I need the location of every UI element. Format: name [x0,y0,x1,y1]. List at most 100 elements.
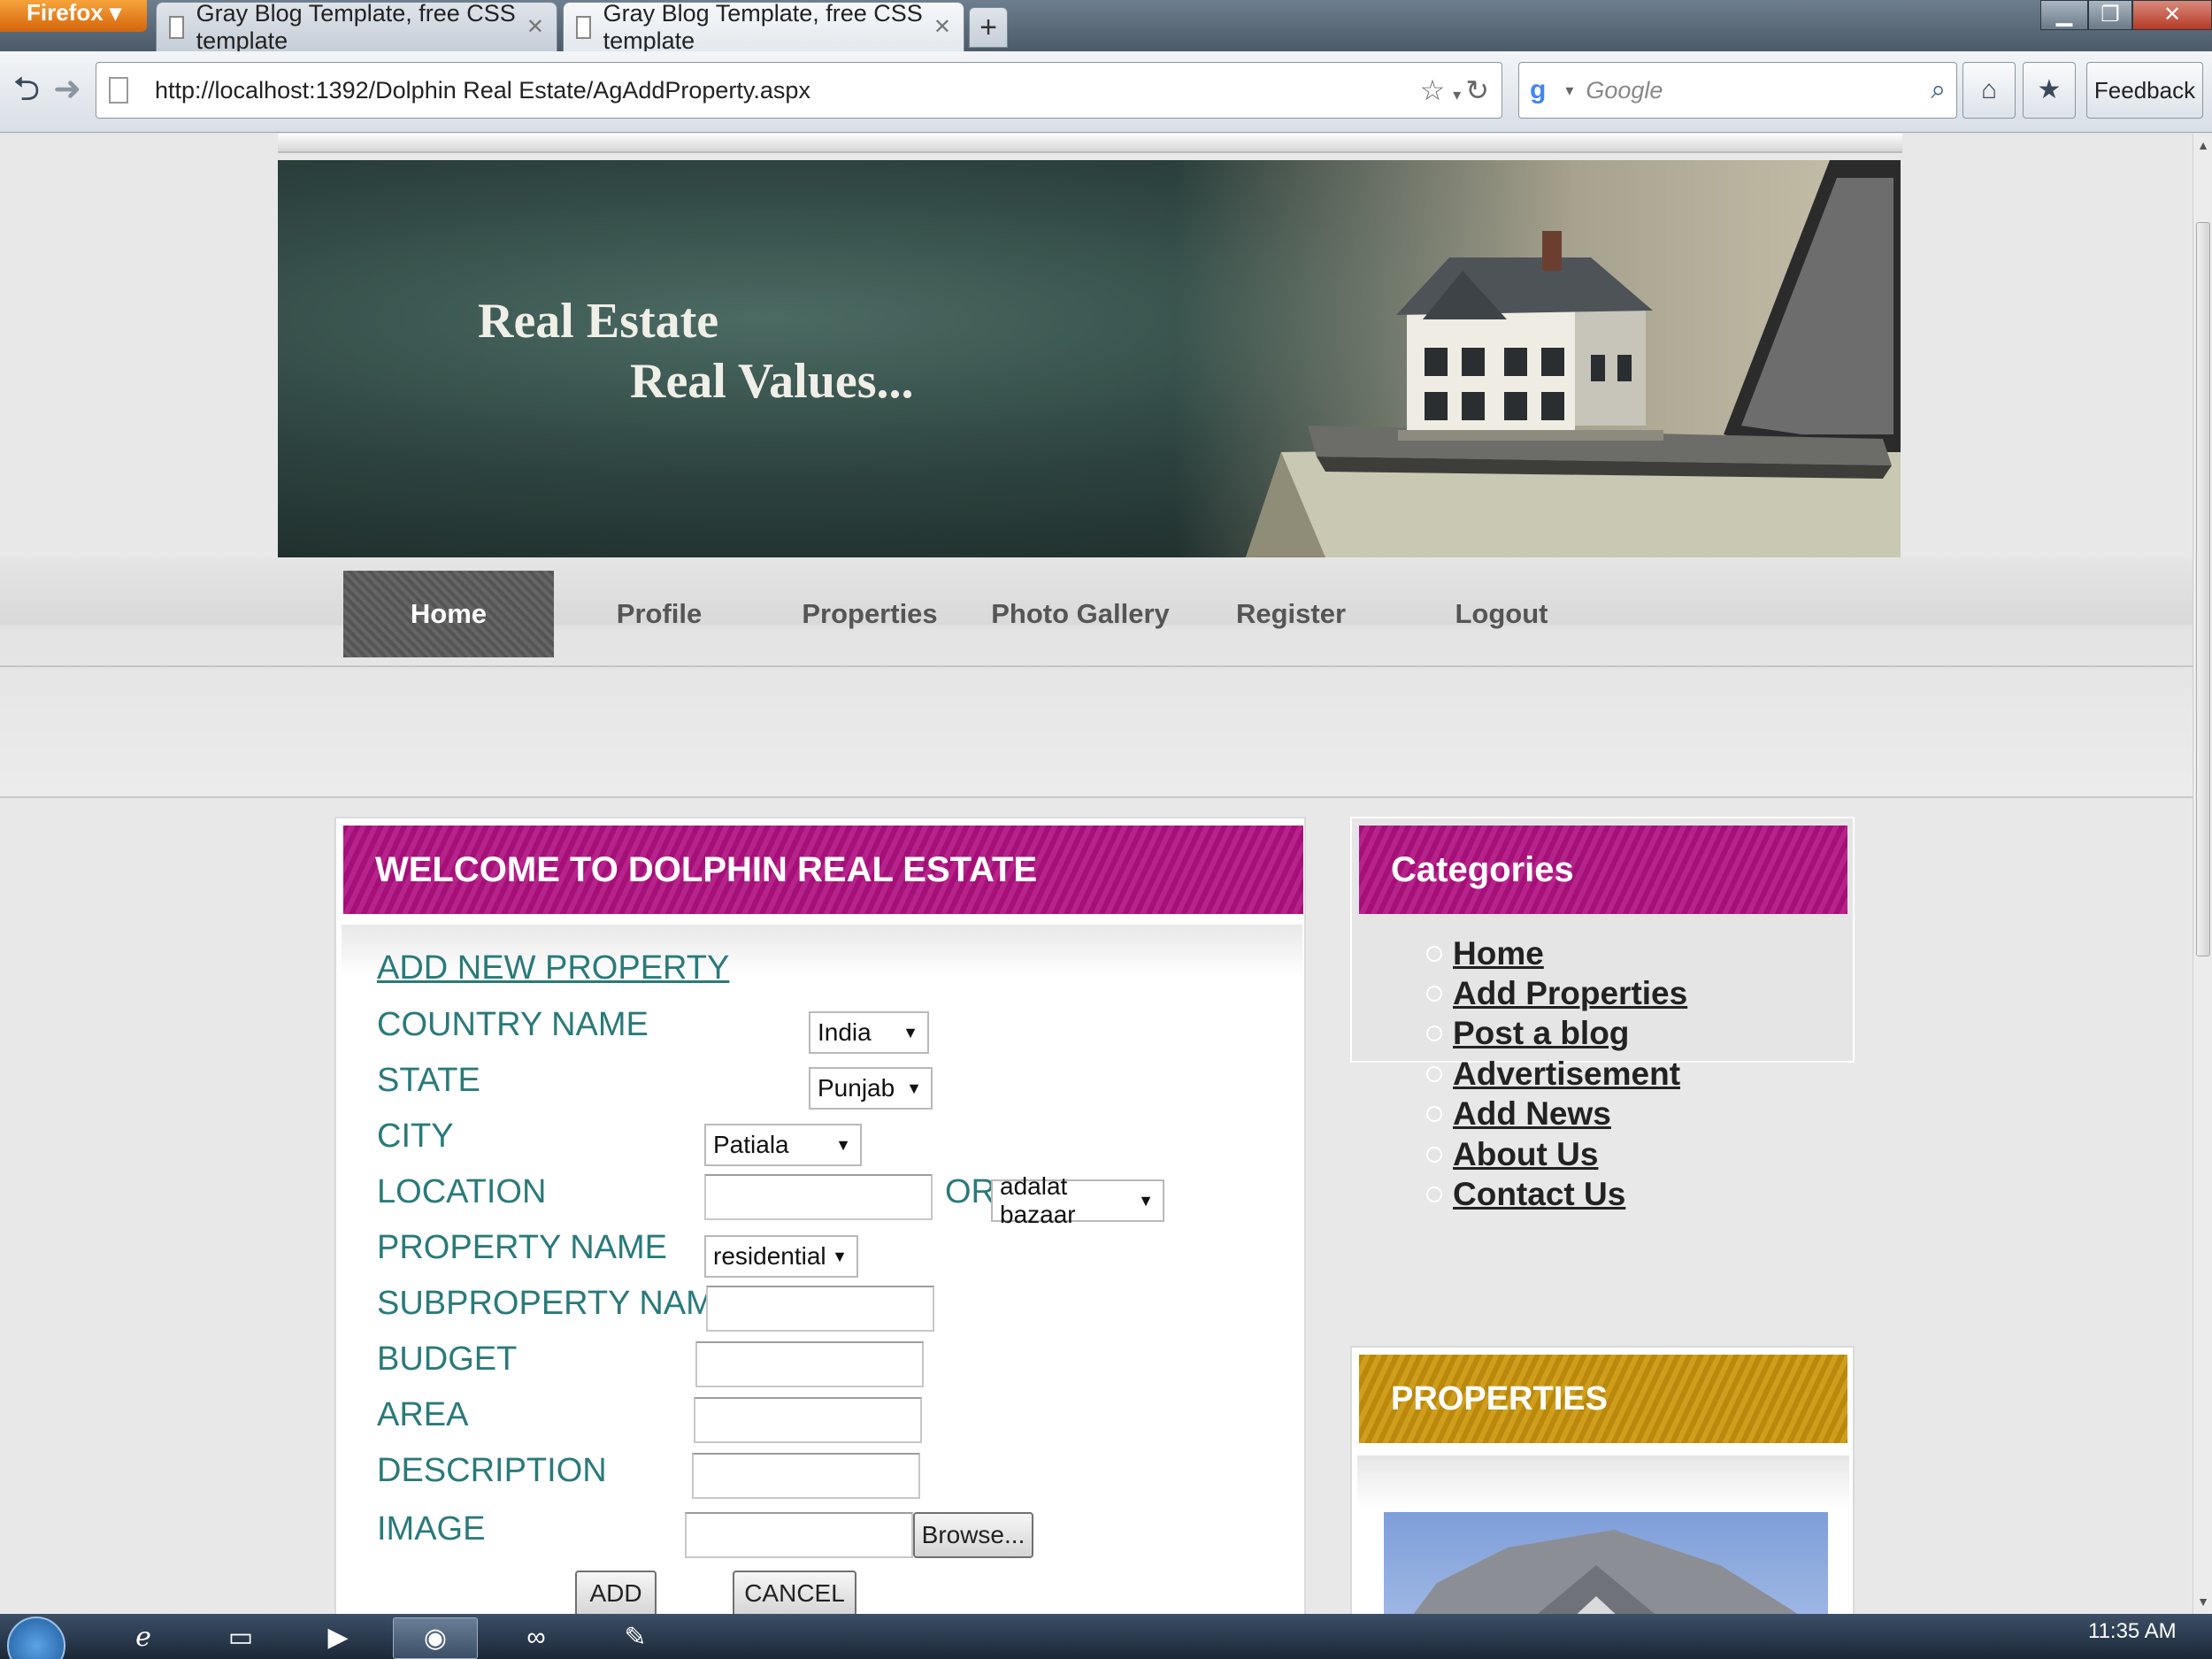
city-value: Patiala [713,1131,789,1158]
location-select-value: adalat bazaar [1000,1172,1076,1228]
vertical-scrollbar[interactable]: ▲ ▼ [2193,134,2212,1614]
firefox-menu-label: Firefox [27,0,104,26]
area-label: AREA [377,1396,469,1433]
dropdown-arrow-icon[interactable]: ▾ [1453,86,1465,104]
visual-studio-icon[interactable]: ∞ [494,1617,579,1659]
engine-dropdown-icon[interactable]: ▾ [1565,81,1573,100]
location-label: LOCATION [377,1173,547,1210]
start-button-icon[interactable] [7,1617,65,1659]
scroll-up-arrow-icon[interactable]: ▲ [2193,135,2212,155]
category-link-add-news[interactable]: Add News [1453,1095,1611,1133]
category-item[interactable]: Contact Us [1426,1174,1687,1214]
scrollbar-thumb[interactable] [2196,222,2210,956]
categories-header: Categories [1359,826,1847,914]
menu-properties[interactable]: Properties [764,571,975,657]
browser-tab-1[interactable]: Gray Blog Template, free CSS template ✕ [156,0,557,54]
state-value: Punjab [818,1074,895,1102]
media-icon[interactable]: ▶ [296,1617,380,1659]
site-banner: Real Estate Real Values... [278,160,1901,557]
city-select[interactable]: Patiala ▼ [704,1124,862,1166]
location-input[interactable] [704,1174,933,1220]
category-item[interactable]: About Us [1426,1134,1687,1174]
category-item[interactable]: Add Properties [1426,973,1687,1013]
system-clock: 11:35 AM [2088,1619,2177,1643]
add-new-property-link[interactable]: ADD NEW PROPERTY [377,949,729,987]
menu-profile[interactable]: Profile [554,571,764,657]
property-name-label: PROPERTY NAME [377,1229,668,1266]
chevron-down-icon: ▼ [835,1135,851,1154]
menu-home[interactable]: Home [343,571,554,657]
browser-tab-2[interactable]: Gray Blog Template, free CSS template ✕ [563,0,964,54]
category-link-contact-us[interactable]: Contact Us [1453,1176,1625,1213]
category-item[interactable]: Post a blog [1426,1014,1687,1054]
banner-tagline-2: Real Values... [630,354,914,409]
close-tab-icon[interactable]: ✕ [933,14,951,40]
windows-taskbar: ℯ ▭ ▶ ◉ ∞ ✎ 11:35 AM [0,1614,2212,1659]
state-select[interactable]: Punjab ▼ [809,1067,933,1110]
tab-title: Gray Blog Template, free CSS template [603,0,923,54]
add-button[interactable]: ADD [575,1571,657,1614]
description-label: DESCRIPTION [377,1452,607,1489]
maximize-button[interactable]: ❐ [2088,0,2132,30]
categories-list: Home Add Properties Post a blog Advertis… [1426,933,1687,1215]
minimize-button[interactable]: ▁ [2040,0,2088,30]
property-name-value: residential [713,1242,826,1270]
menu-register[interactable]: Register [1186,571,1396,657]
feedback-button[interactable]: Feedback ▾ [2086,62,2203,158]
category-link-home[interactable]: Home [1453,935,1544,972]
forward-icon[interactable]: ➜ [44,62,90,117]
or-label: OR [945,1173,995,1210]
folder-icon[interactable]: ▭ [198,1617,283,1659]
budget-input[interactable] [695,1341,924,1387]
new-tab-button[interactable]: + [969,7,1008,48]
description-input[interactable] [692,1453,920,1499]
close-window-button[interactable]: ✕ [2132,0,2212,30]
chevron-down-icon: ▼ [902,1023,918,1041]
header-strip [278,134,1902,153]
google-icon: g [1530,75,1547,104]
property-name-select[interactable]: residential ▼ [704,1235,858,1278]
notes-icon[interactable]: ✎ [593,1617,678,1659]
reload-icon[interactable]: ↻ [1465,74,1489,106]
search-icon[interactable]: ⌕ [1931,75,1946,105]
url-bar[interactable]: http://localhost:1392/Dolphin Real Estat… [96,62,1502,119]
scroll-down-arrow-icon[interactable]: ▼ [2193,1592,2212,1611]
category-item[interactable]: Add News [1426,1094,1687,1134]
page-icon [576,15,591,39]
country-select[interactable]: India ▼ [809,1011,929,1054]
country-label: COUNTRY NAME [377,1006,649,1043]
close-tab-icon[interactable]: ✕ [526,14,544,40]
menu-divider [0,665,2193,667]
bookmarks-icon[interactable]: ★ [2023,62,2076,119]
category-link-post-blog[interactable]: Post a blog [1453,1015,1629,1052]
firefox-menu-button[interactable]: Firefox ▾ [0,0,147,32]
menu-photo-gallery[interactable]: Photo Gallery [975,571,1186,657]
category-item[interactable]: Home [1426,933,1687,973]
bookmark-star-icon[interactable]: ☆ [1420,74,1446,106]
subproperty-input[interactable] [706,1286,934,1332]
cancel-button[interactable]: CANCEL [733,1571,856,1614]
internet-explorer-icon[interactable]: ℯ [101,1617,186,1659]
add-property-panel: WELCOME TO DOLPHIN REAL ESTATE ADD NEW P… [334,817,1306,1614]
location-select[interactable]: adalat bazaar ▼ [991,1172,1164,1228]
category-item[interactable]: Advertisement [1426,1054,1687,1094]
browse-button[interactable]: Browse... [913,1512,1033,1558]
welcome-header: WELCOME TO DOLPHIN REAL ESTATE [343,826,1303,914]
back-icon[interactable]: ⮌ [4,62,50,117]
page-viewport: Real Estate Real Values... Home Profile … [0,134,2193,1614]
search-bar[interactable]: g ▾ Google ⌕ [1518,62,1957,119]
firefox-icon[interactable]: ◉ [393,1617,478,1659]
banner-tagline-1: Real Estate [478,294,719,349]
category-link-add-properties[interactable]: Add Properties [1453,975,1687,1012]
search-placeholder: Google [1586,76,1663,104]
main-menu: Home Profile Properties Photo Gallery Re… [0,557,2193,798]
property-photo[interactable] [1384,1512,1828,1614]
home-icon[interactable]: ⌂ [1962,62,2016,119]
area-input[interactable] [694,1397,922,1443]
category-link-advertisement[interactable]: Advertisement [1453,1056,1680,1093]
menu-logout[interactable]: Logout [1396,571,1607,657]
image-file-input[interactable] [685,1512,913,1558]
subproperty-label: SUBPROPERTY NAME [377,1285,737,1322]
category-link-about-us[interactable]: About Us [1453,1136,1598,1173]
chevron-down-icon: ▼ [832,1247,848,1265]
